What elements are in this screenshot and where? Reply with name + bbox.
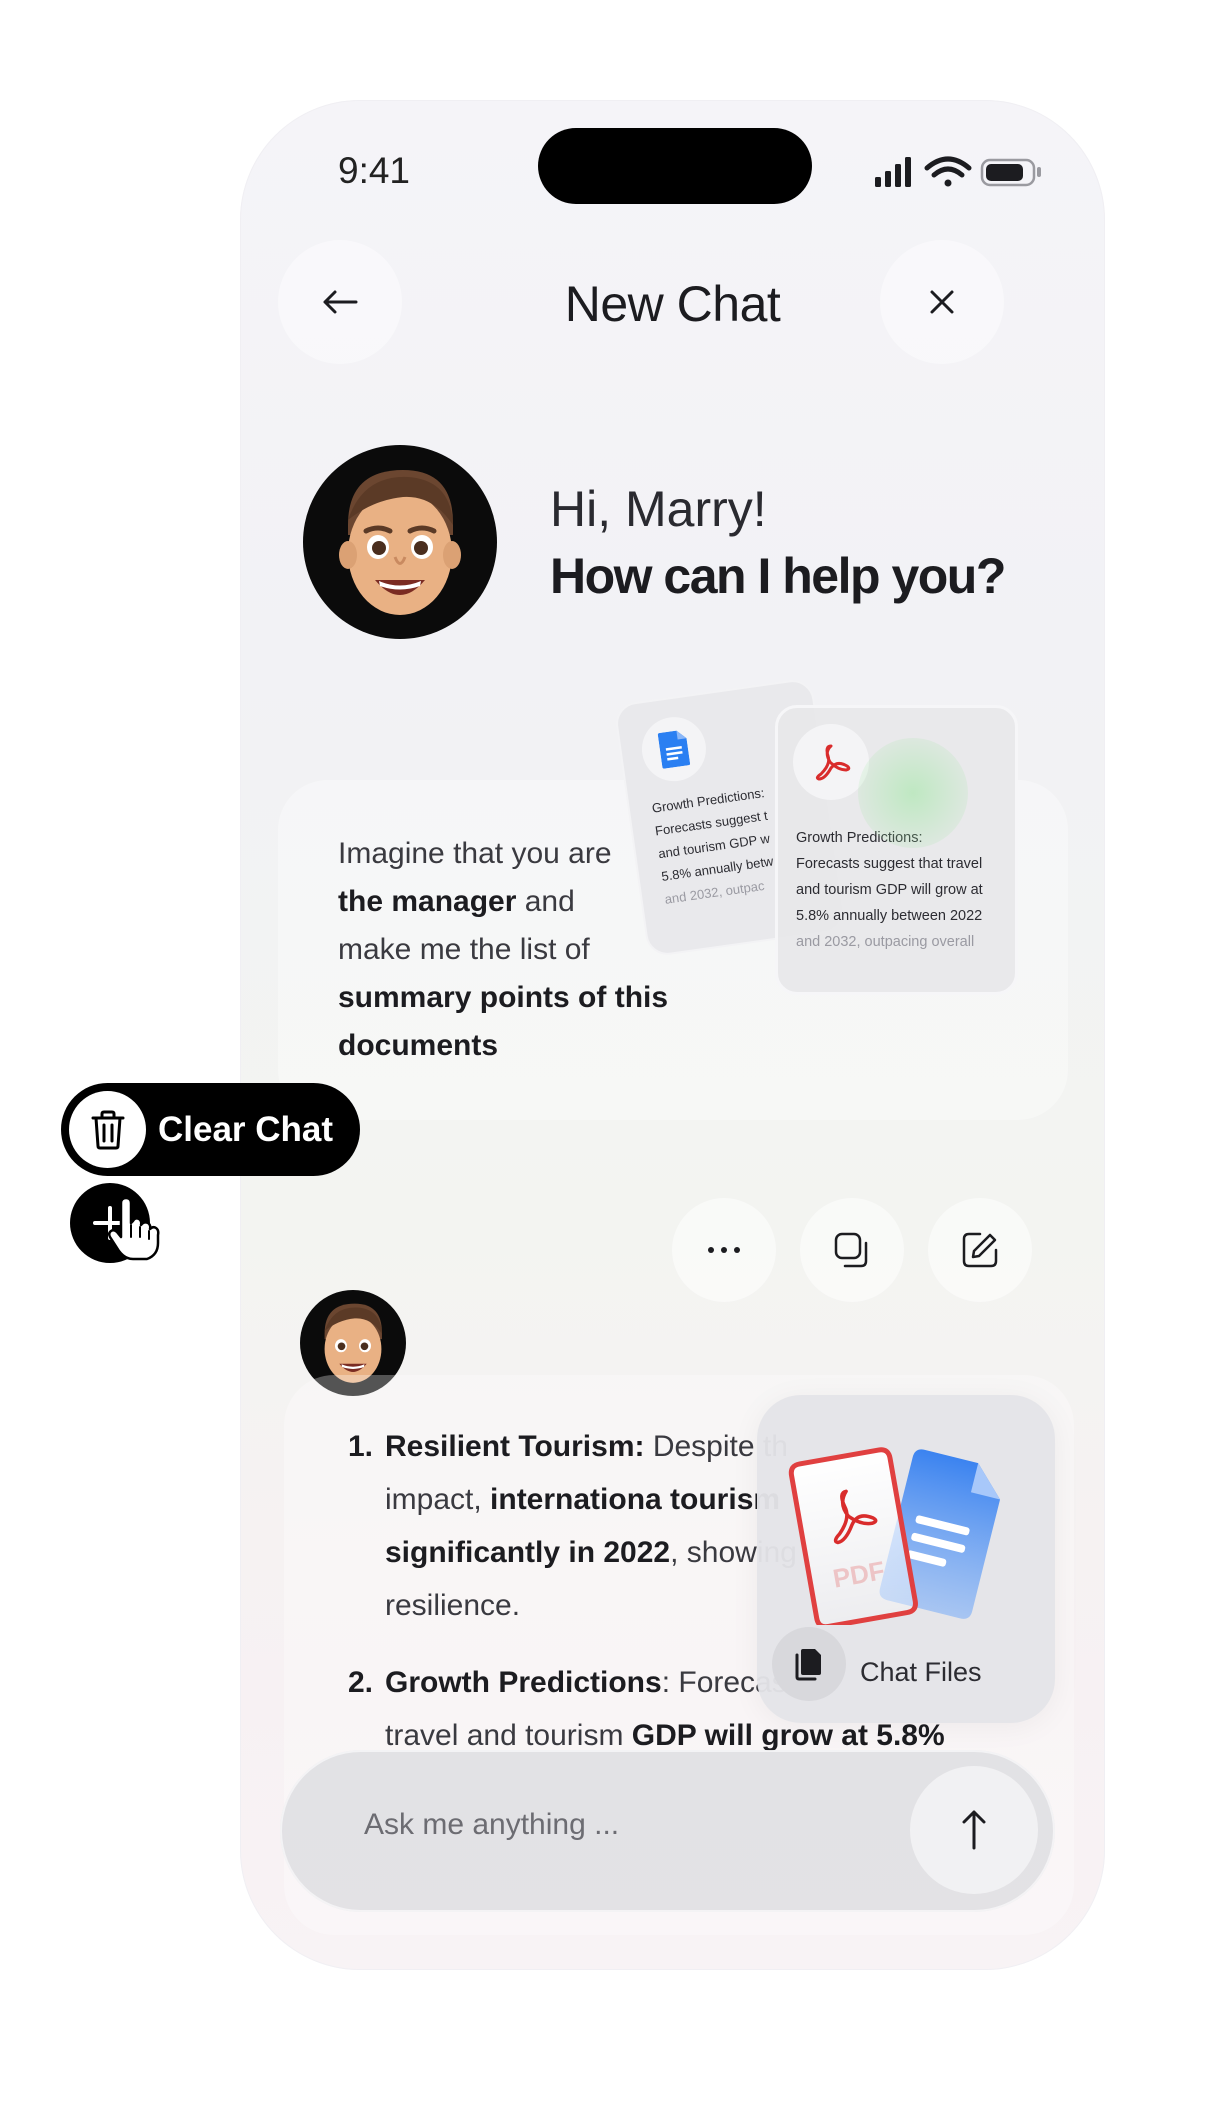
trash-icon-wrap xyxy=(69,1091,146,1168)
chat-files-label: Chat Files xyxy=(860,1657,982,1687)
edit-icon xyxy=(962,1232,998,1268)
pdf-icon-wrap xyxy=(793,724,869,800)
google-doc-icon xyxy=(657,730,691,769)
memoji-face-icon xyxy=(339,470,461,615)
greeting-question: How can I help you? xyxy=(550,548,1006,604)
acrobat-icon xyxy=(815,744,851,781)
pdf-file-icon: PDF xyxy=(788,1447,918,1625)
copy-icon xyxy=(834,1232,868,1268)
close-button[interactable] xyxy=(880,240,1004,364)
message-composer xyxy=(280,1750,1055,1912)
phone-screen: 9:41 New Chat Hi, Marry! How can I help … xyxy=(240,100,1105,1970)
signal-icon xyxy=(875,157,911,187)
files-icon xyxy=(795,1649,821,1681)
prompt-line: make me the list of xyxy=(338,933,590,966)
prompt-line: summary points of this xyxy=(338,981,669,1014)
more-button[interactable] xyxy=(672,1198,776,1302)
files-illustration: PDF xyxy=(788,1447,1001,1625)
status-icons xyxy=(875,156,1041,187)
doc-preview-text: Growth Predictions: Forecasts suggest t … xyxy=(650,785,775,907)
clear-chat-button[interactable]: Clear Chat xyxy=(61,1083,360,1176)
dynamic-island xyxy=(538,128,812,204)
hand-cursor-icon xyxy=(107,1197,160,1261)
message-input[interactable] xyxy=(364,1808,784,1842)
copy-button[interactable] xyxy=(800,1198,904,1302)
doc-preview-text: Growth Predictions: Forecasts suggest th… xyxy=(796,830,983,950)
prompt-line: the manager and xyxy=(338,885,575,918)
prompt-line: documents xyxy=(338,1029,499,1062)
edit-button[interactable] xyxy=(928,1198,1032,1302)
more-icon xyxy=(708,1247,740,1253)
prompt-line: Imagine that you are xyxy=(338,837,612,870)
wifi-icon xyxy=(924,156,972,187)
assistant-avatar xyxy=(303,445,497,639)
gdoc-icon-wrap xyxy=(637,712,711,786)
clear-chat-label: Clear Chat xyxy=(158,1109,334,1149)
status-time: 9:41 xyxy=(338,150,411,191)
trash-icon xyxy=(91,1110,124,1149)
arrow-up-icon xyxy=(962,1810,986,1850)
send-button[interactable] xyxy=(910,1766,1038,1894)
battery-icon xyxy=(980,158,1041,187)
doc-attachment-pdf[interactable]: Growth Predictions: Forecasts suggest th… xyxy=(775,705,1018,995)
close-icon xyxy=(930,290,954,314)
greeting-name: Hi, Marry! xyxy=(550,481,767,537)
chat-files-card[interactable]: PDF Chat Files xyxy=(757,1395,1055,1723)
prompt-message: Imagine that you are the manager and mak… xyxy=(338,830,678,1070)
files-icon-wrap xyxy=(772,1627,846,1701)
